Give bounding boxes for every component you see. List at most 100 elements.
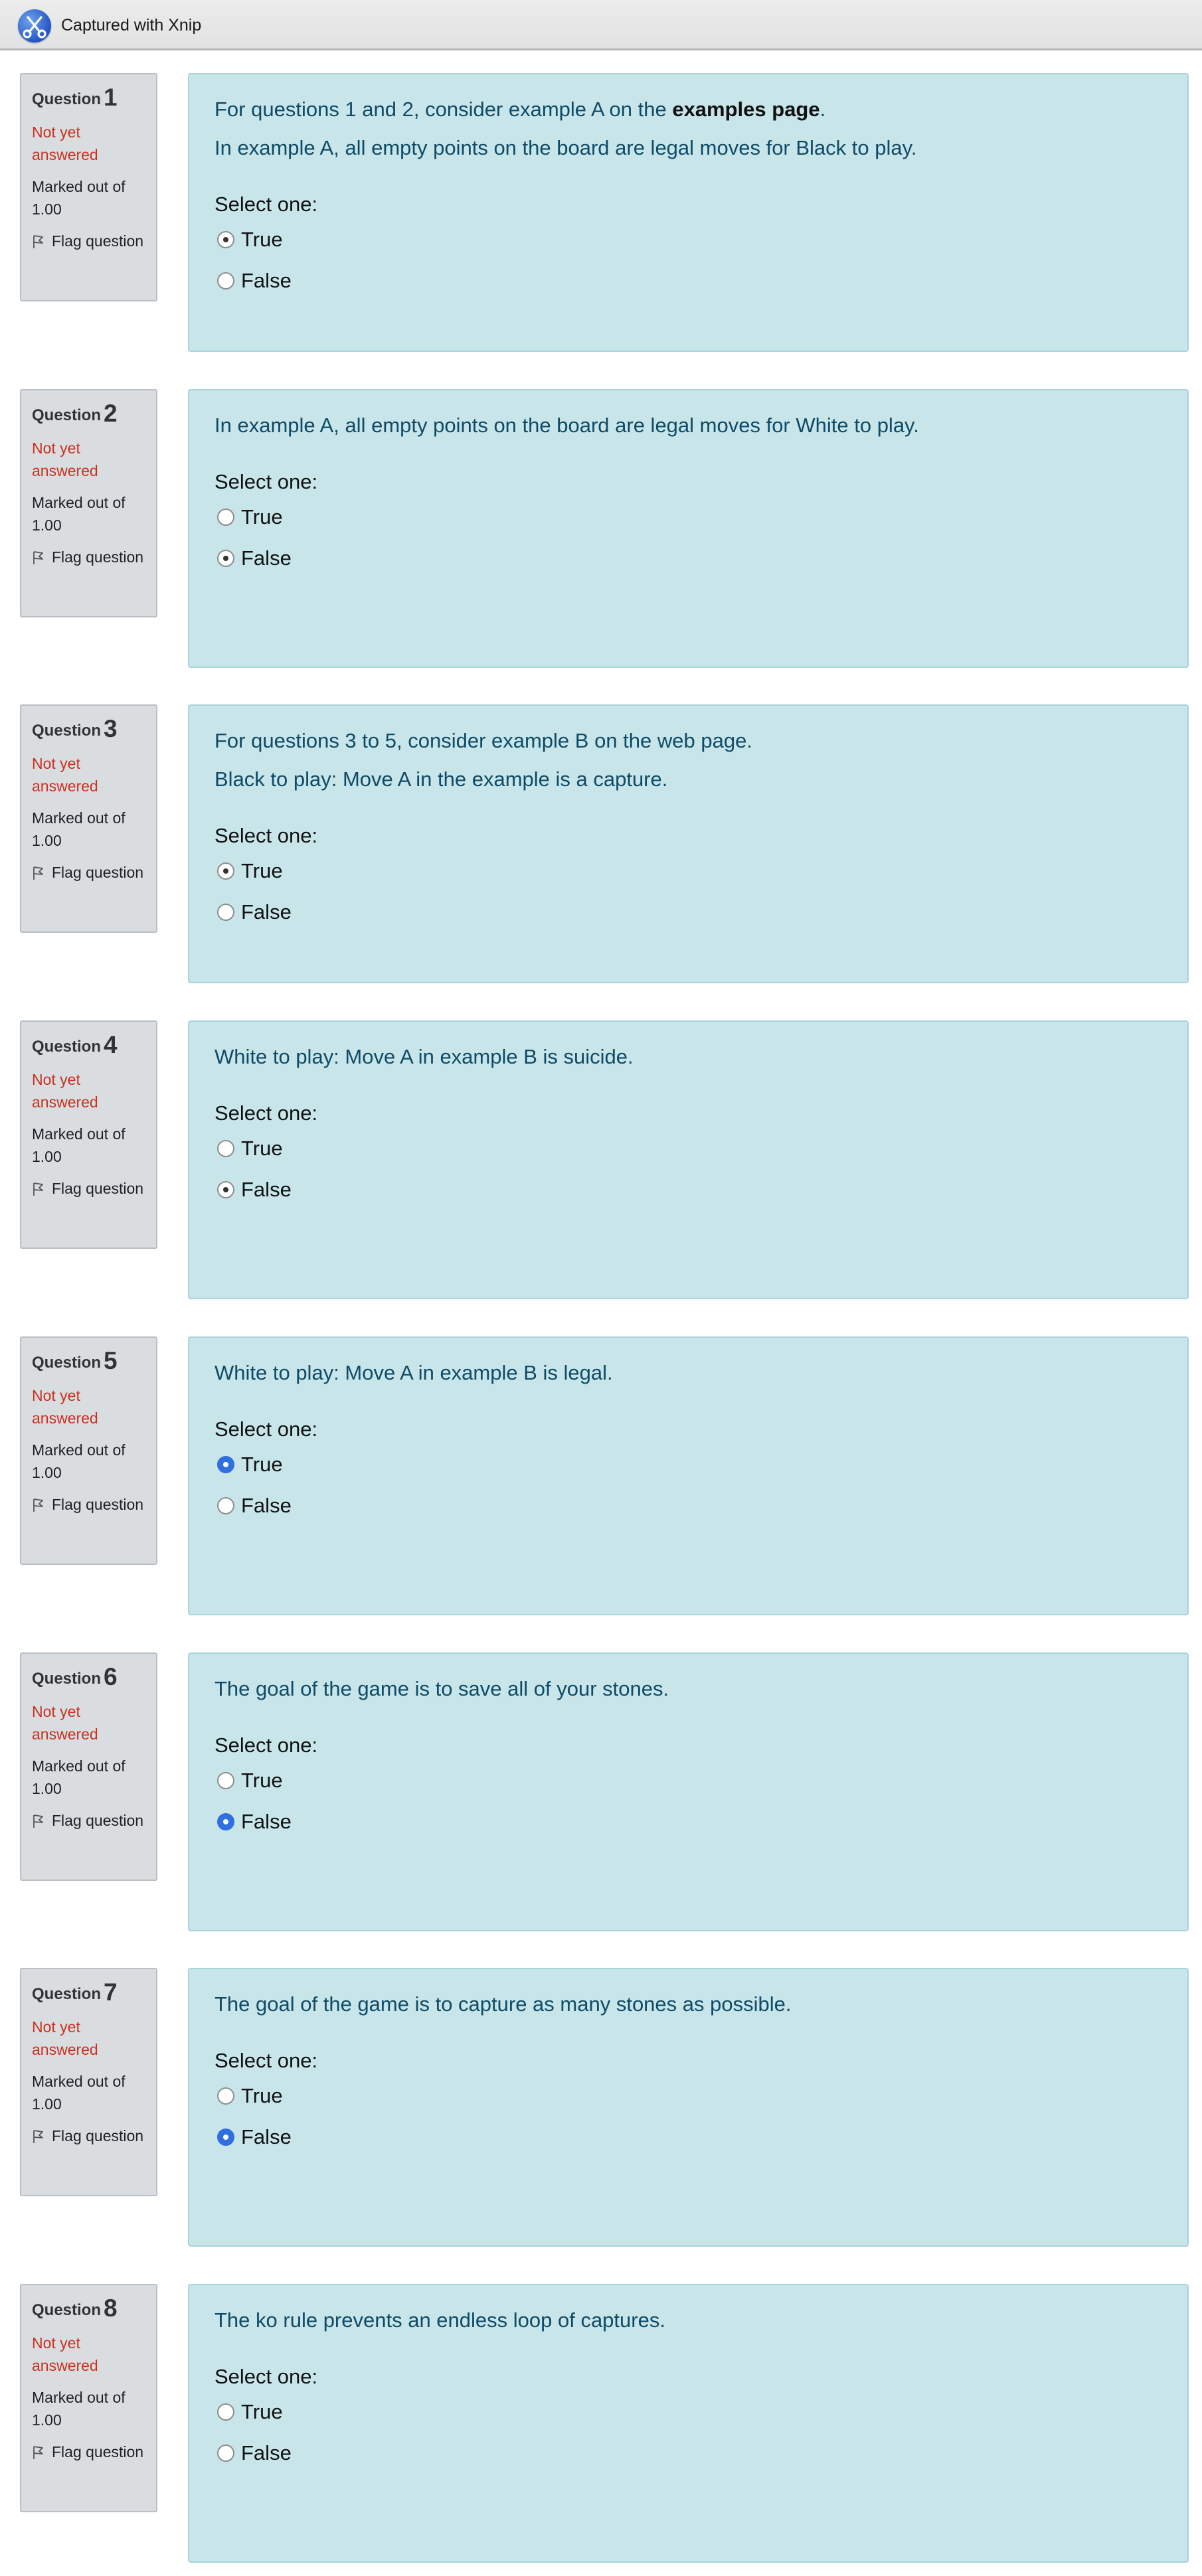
question-number-value: 3 — [104, 715, 118, 742]
answer-option-false[interactable]: False — [215, 538, 1162, 579]
flag-label: Flag question — [52, 2127, 144, 2144]
answer-option-false[interactable]: False — [215, 892, 1162, 933]
select-one-prompt: Select one: — [215, 2365, 318, 2388]
question-label: Question — [32, 1670, 102, 1688]
answer-option-false[interactable]: False — [215, 260, 1162, 301]
select-one-prompt: Select one: — [215, 1417, 318, 1441]
answer-option-label: False — [241, 900, 292, 924]
flag-question-link[interactable]: Flag question — [32, 1177, 145, 1202]
radio-button[interactable] — [217, 1181, 234, 1198]
flag-icon — [32, 232, 45, 255]
question-5: Question 5 Not yet answered Marked out of 1… — [0, 1336, 1202, 1629]
question-number: Question 6 — [32, 1664, 145, 1691]
question-6: Question 6 Not yet answered Marked out of 1… — [0, 1652, 1202, 1945]
question-text-part: In example A, all empty points on the bo… — [215, 414, 919, 437]
question-text-secondary: Black to play: Move A in the example is … — [215, 767, 668, 791]
question-label: Question — [32, 2301, 102, 2319]
question-content: For questions 1 and 2, consider example … — [188, 73, 1189, 352]
question-number-value: 1 — [104, 84, 118, 111]
question-text-part: For questions 3 to 5, consider example B… — [215, 729, 752, 752]
answer-option-label: True — [241, 859, 283, 882]
answer-option-true[interactable]: True — [215, 497, 1162, 538]
flag-icon — [32, 864, 45, 886]
question-text: The goal of the game is to capture as ma… — [215, 1985, 1162, 2024]
question-state: Not yet answered — [32, 755, 98, 795]
answer-option-false[interactable]: False — [215, 2117, 1162, 2158]
question-label: Question — [32, 90, 102, 108]
select-one-prompt: Select one: — [215, 2049, 318, 2072]
radio-button[interactable] — [217, 862, 234, 880]
answer-option-label: True — [241, 2084, 283, 2107]
answer-option-false[interactable]: False — [215, 1485, 1162, 1526]
question-grade: Marked out of 1.00 — [32, 1757, 126, 1797]
question-state: Not yet answered — [32, 123, 98, 163]
flag-icon — [32, 1180, 45, 1202]
flag-label: Flag question — [52, 1496, 144, 1513]
question-8: Question 8 Not yet answered Marked out of 1… — [0, 2284, 1202, 2576]
flag-question-link[interactable]: Flag question — [32, 2441, 145, 2466]
answer-option-true[interactable]: True — [215, 1444, 1162, 1485]
flag-question-link[interactable]: Flag question — [32, 2125, 145, 2150]
question-number: Question 2 — [32, 401, 145, 428]
flag-question-link[interactable]: Flag question — [32, 861, 145, 886]
radio-button[interactable] — [217, 1772, 234, 1789]
select-one-prompt: Select one: — [215, 470, 318, 493]
answer-option-true[interactable]: True — [215, 219, 1162, 260]
radio-button[interactable] — [217, 272, 234, 289]
question-number-value: 6 — [104, 1663, 118, 1690]
answer-option-false[interactable]: False — [215, 1801, 1162, 1842]
question-state: Not yet answered — [32, 1703, 98, 1743]
flag-question-link[interactable]: Flag question — [32, 1809, 145, 1834]
answer-option-true[interactable]: True — [215, 850, 1162, 892]
radio-button[interactable] — [217, 904, 234, 921]
question-state: Not yet answered — [32, 2334, 98, 2374]
question-text-part: White to play: Move A in example B is su… — [215, 1045, 634, 1068]
question-number: Question 1 — [32, 85, 145, 112]
answer-option-label: True — [241, 228, 283, 251]
flag-question-link[interactable]: Flag question — [32, 230, 145, 255]
radio-button[interactable] — [217, 550, 234, 567]
flag-label: Flag question — [52, 1812, 144, 1829]
question-content: The goal of the game is to save all of y… — [188, 1652, 1189, 1931]
flag-question-link[interactable]: Flag question — [32, 1493, 145, 1518]
answer-option-true[interactable]: True — [215, 1760, 1162, 1801]
question-content: The goal of the game is to capture as ma… — [188, 1968, 1189, 2247]
question-label: Question — [32, 406, 102, 424]
answer-option-true[interactable]: True — [215, 2391, 1162, 2433]
radio-button[interactable] — [217, 1140, 234, 1157]
question-content: In example A, all empty points on the bo… — [188, 389, 1189, 668]
answer-option-true[interactable]: True — [215, 1128, 1162, 1169]
question-label: Question — [32, 1038, 102, 1056]
radio-button[interactable] — [217, 509, 234, 526]
radio-button[interactable] — [217, 1456, 234, 1473]
answer-option-label: True — [241, 1137, 283, 1160]
answer-option-false[interactable]: False — [215, 2433, 1162, 2474]
question-1: Question 1 Not yet answered Marked out of 1… — [0, 73, 1202, 365]
radio-button[interactable] — [217, 1497, 234, 1514]
radio-button[interactable] — [217, 2129, 234, 2146]
question-text: White to play: Move A in example B is le… — [215, 1354, 1162, 1392]
answer-option-false[interactable]: False — [215, 1169, 1162, 1210]
question-text: White to play: Move A in example B is su… — [215, 1038, 1162, 1076]
flag-icon — [32, 548, 45, 571]
radio-button[interactable] — [217, 231, 234, 248]
flag-question-link[interactable]: Flag question — [32, 546, 145, 571]
answer-option-true[interactable]: True — [215, 2075, 1162, 2117]
question-text-part: The goal of the game is to save all of y… — [215, 1677, 669, 1700]
select-one-prompt: Select one: — [215, 1101, 318, 1125]
answer-option-label: False — [241, 546, 292, 570]
question-info: Question 5 Not yet answered Marked out of 1… — [20, 1336, 157, 1565]
question-info: Question 3 Not yet answered Marked out of 1… — [20, 704, 157, 933]
answer-option-label: False — [241, 2125, 292, 2148]
examples-page-link[interactable]: examples page — [672, 98, 819, 121]
radio-button[interactable] — [217, 1813, 234, 1830]
question-grade: Marked out of 1.00 — [32, 1125, 126, 1165]
radio-button[interactable] — [217, 2445, 234, 2462]
question-state: Not yet answered — [32, 440, 98, 479]
radio-button[interactable] — [217, 2403, 234, 2421]
radio-button[interactable] — [217, 2087, 234, 2105]
answer-option-label: False — [241, 269, 292, 292]
flag-icon — [32, 1496, 45, 1518]
question-text-part: The goal of the game is to capture as ma… — [215, 1992, 792, 2016]
question-2: Question 2 Not yet answered Marked out of 1… — [0, 389, 1202, 681]
